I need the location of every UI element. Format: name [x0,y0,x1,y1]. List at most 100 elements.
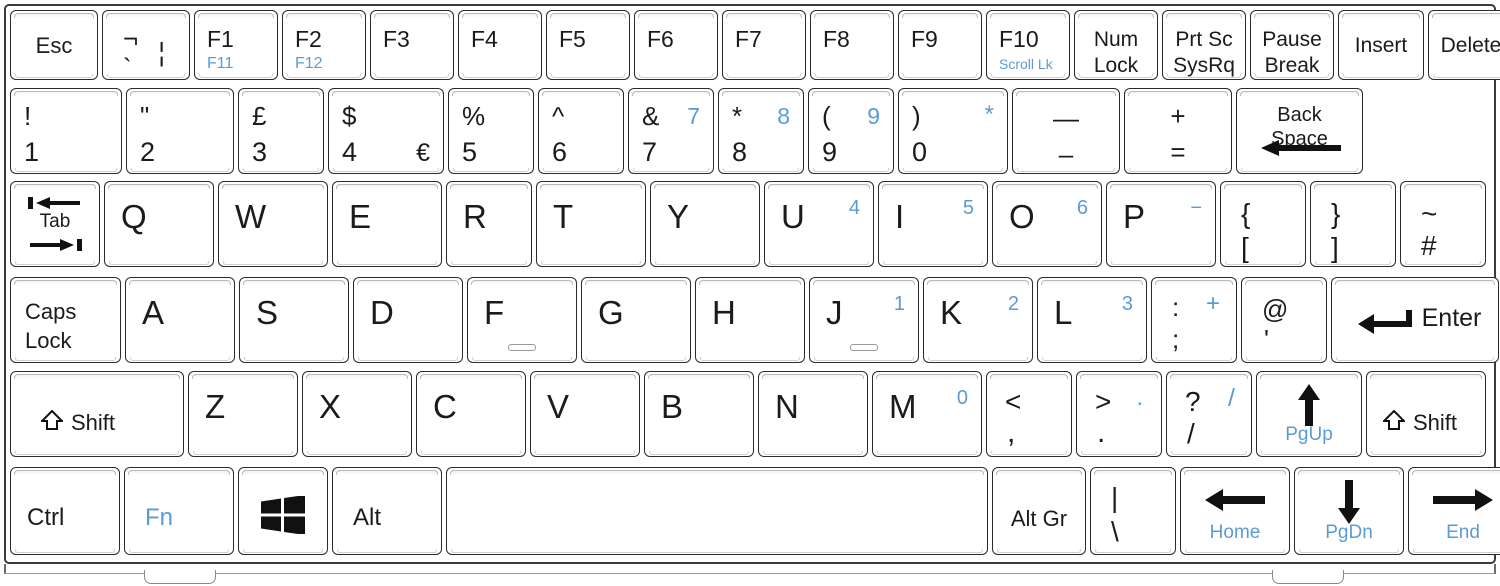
key-0[interactable]: ) 0 * [898,88,1008,174]
key-minus[interactable]: — – [1012,88,1120,174]
key-slash[interactable]: ? / / [1166,371,1252,457]
key-f7[interactable]: F7 [722,10,806,80]
key-s[interactable]: S [239,277,349,363]
key-4[interactable]: $ 4 € [328,88,444,174]
key-arrow-down[interactable]: PgDn [1294,467,1404,555]
number-key-row: ! 1 " 2 £ 3 $ 4 € % 5 ^ 6 & 7 7 * 8 8 (… [10,88,1363,174]
key-1[interactable]: ! 1 [10,88,122,174]
key-p-label: P [1123,198,1146,235]
key-arrow-up[interactable]: PgUp [1256,371,1362,457]
key-pause[interactable]: Pause Break [1250,10,1334,80]
key-bracket-right-base-label: ] [1331,232,1339,263]
key-tab[interactable]: Tab [10,181,100,267]
key-space[interactable] [446,467,988,555]
key-f2[interactable]: F2 F12 [282,10,366,80]
key-alt-gr[interactable]: Alt Gr [992,467,1086,555]
key-bracket-left[interactable]: { [ [1220,181,1306,267]
key-r[interactable]: R [446,181,532,267]
key-9[interactable]: ( 9 9 [808,88,894,174]
key-shift-left[interactable]: Shift [10,371,184,457]
key-2-shift-label: " [140,101,150,131]
key-k-label: K [940,294,963,331]
key-g[interactable]: G [581,277,691,363]
key-6[interactable]: ^ 6 [538,88,624,174]
key-9-shift-label: ( [822,101,831,131]
key-x[interactable]: X [302,371,412,457]
key-w[interactable]: W [218,181,328,267]
key-a[interactable]: A [125,277,235,363]
key-shift-left-label: Shift [71,410,116,435]
key-n[interactable]: N [758,371,868,457]
key-l[interactable]: L 3 [1037,277,1147,363]
key-y[interactable]: Y [650,181,760,267]
key-j[interactable]: J 1 [809,277,919,363]
key-num-lock[interactable]: Num Lock [1074,10,1158,80]
homing-bump-j [850,344,878,351]
key-print-screen[interactable]: Prt Sc SysRq [1162,10,1246,80]
key-e[interactable]: E [332,181,442,267]
key-e-label: E [349,198,372,235]
key-q[interactable]: Q [104,181,214,267]
key-windows[interactable] [238,467,328,555]
key-f9[interactable]: F9 [898,10,982,80]
key-apostrophe[interactable]: @ ' [1241,277,1327,363]
key-f4[interactable]: F4 [458,10,542,80]
key-1-base-label: 1 [24,137,40,167]
key-apostrophe-shift-label: @ [1262,294,1289,324]
key-f6-label: F6 [647,26,674,52]
key-2[interactable]: " 2 [126,88,234,174]
key-semicolon[interactable]: : ; + [1151,277,1237,363]
key-insert[interactable]: Insert [1338,10,1424,80]
key-hash[interactable]: ~ # [1400,181,1486,267]
key-esc[interactable]: Esc [10,10,98,80]
key-f[interactable]: F [467,277,577,363]
key-equals[interactable]: + = [1124,88,1232,174]
key-arrow-left[interactable]: Home [1180,467,1290,555]
windows-logo-icon [261,496,305,534]
key-backslash[interactable]: | \ [1090,467,1176,555]
key-caps-lock[interactable]: Caps Lock [10,277,121,363]
key-5[interactable]: % 5 [448,88,534,174]
key-alt[interactable]: Alt [332,467,442,555]
key-d[interactable]: D [353,277,463,363]
key-ctrl[interactable]: Ctrl [10,467,120,555]
key-o[interactable]: O 6 [992,181,1102,267]
key-k[interactable]: K 2 [923,277,1033,363]
key-t[interactable]: T [536,181,646,267]
key-minus-shift-label: — [1053,103,1079,133]
key-enter[interactable]: Enter [1331,277,1499,363]
key-f8[interactable]: F8 [810,10,894,80]
key-8[interactable]: * 8 8 [718,88,804,174]
key-f5[interactable]: F5 [546,10,630,80]
key-shift-right[interactable]: Shift [1366,371,1486,457]
key-backspace[interactable]: Back Space [1236,88,1363,174]
key-caps-lock-label: Caps Lock [25,299,77,353]
key-h[interactable]: H [695,277,805,363]
key-l-numpad-label: 3 [1121,293,1133,315]
key-f-label: F [484,294,505,331]
key-i[interactable]: I 5 [878,181,988,267]
key-b[interactable]: B [644,371,754,457]
key-f3[interactable]: F3 [370,10,454,80]
key-7[interactable]: & 7 7 [628,88,714,174]
key-z[interactable]: Z [188,371,298,457]
key-arrow-right[interactable]: End [1408,467,1500,555]
key-comma[interactable]: < , [986,371,1072,457]
shift-up-arrow-icon-left [41,410,63,430]
key-bracket-right[interactable]: } ] [1310,181,1396,267]
key-c[interactable]: C [416,371,526,457]
key-f1[interactable]: F1 F11 [194,10,278,80]
key-f10[interactable]: F10 Scroll Lk [986,10,1070,80]
key-m[interactable]: M 0 [872,371,982,457]
key-3[interactable]: £ 3 [238,88,324,174]
key-f6[interactable]: F6 [634,10,718,80]
key-delete[interactable]: Delete [1428,10,1500,80]
key-period-shift-label: > [1095,386,1112,417]
key-fn[interactable]: Fn [124,467,234,555]
key-u[interactable]: U 4 [764,181,874,267]
key-v[interactable]: V [530,371,640,457]
key-period[interactable]: > . . [1076,371,1162,457]
key-7-numpad-label: 7 [687,103,700,129]
key-grave[interactable]: ¬ ` ¦ [102,10,190,81]
key-p[interactable]: P − [1106,181,1216,267]
